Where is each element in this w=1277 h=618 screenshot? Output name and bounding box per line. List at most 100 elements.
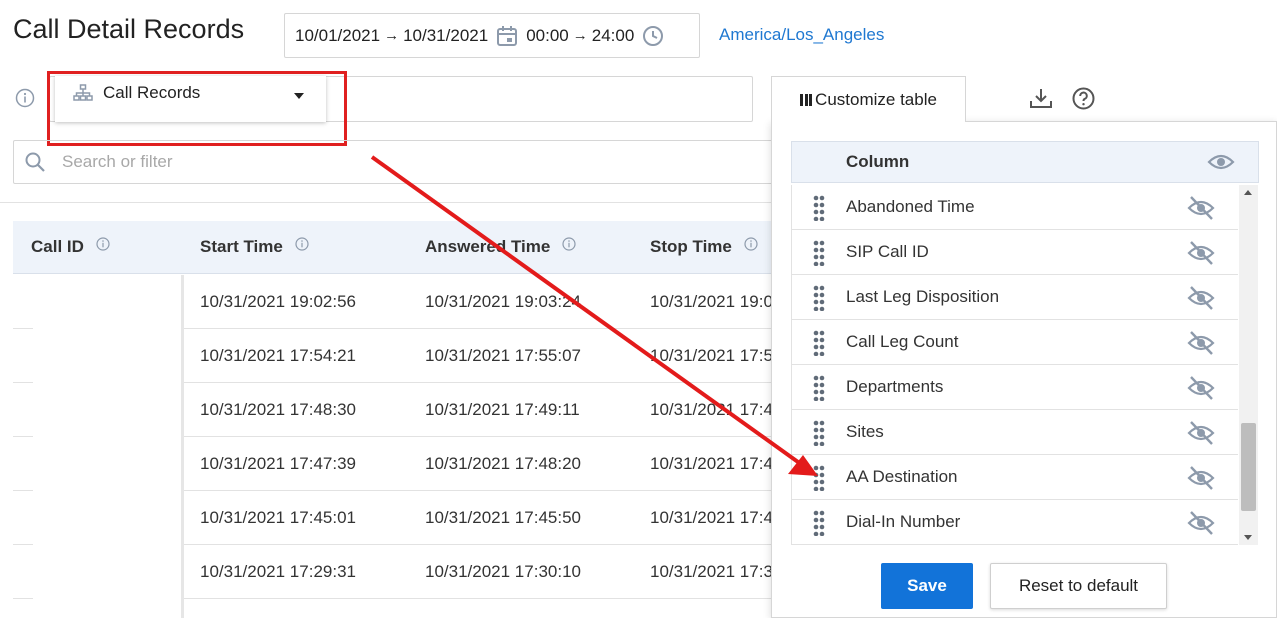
table-row[interactable]: 10/31/2021 19:02:56 10/31/2021 19:03:24 … (0, 275, 773, 329)
column-name: Call Leg Count (846, 332, 959, 351)
info-icon[interactable] (96, 237, 110, 251)
column-list-item[interactable]: Dial-In Number (792, 500, 1238, 545)
drag-handle-icon[interactable] (813, 240, 825, 266)
table-row[interactable]: 10/31/2021 17:48:30 10/31/2021 17:49:11 … (0, 383, 773, 437)
answered-time-cell: 10/31/2021 19:03:24 (425, 292, 581, 311)
answered-time-cell: 10/31/2021 17:48:20 (425, 454, 581, 473)
stop-time-cell: 10/31/2021 19:0 (650, 292, 773, 311)
stop-time-cell: 10/31/2021 17:4 (650, 454, 773, 473)
column-name: Last Leg Disposition (846, 287, 1000, 306)
drag-handle-icon[interactable] (813, 285, 825, 311)
start-time-cell: 10/31/2021 19:02:56 (200, 292, 356, 311)
drag-handle-icon[interactable] (813, 330, 825, 356)
column-list-item[interactable]: SIP Call ID (792, 230, 1238, 275)
frozen-column-divider (181, 275, 184, 618)
end-date: 10/31/2021 (403, 25, 489, 45)
time-arrow: → (572, 27, 588, 44)
column-list-item[interactable]: Abandoned Time (792, 185, 1238, 230)
drag-handle-icon[interactable] (813, 195, 825, 221)
column-list-item[interactable]: Last Leg Disposition (792, 275, 1238, 320)
info-icon[interactable] (295, 237, 309, 251)
eye-slash-icon[interactable] (1186, 195, 1216, 221)
customize-table-panel: Column Abandoned Time SIP Call ID Last Leg… (771, 121, 1277, 618)
table-header: Call ID Start Time Answered Time Stop Ti… (13, 221, 773, 274)
column-list-item[interactable]: Call Leg Count (792, 320, 1238, 365)
drag-handle-icon[interactable] (813, 420, 825, 446)
info-icon[interactable] (562, 237, 576, 251)
drag-handle-icon[interactable] (813, 375, 825, 401)
column-header-answered-time[interactable]: Answered Time (425, 237, 576, 257)
column-name: SIP Call ID (846, 242, 929, 261)
column-name: Abandoned Time (846, 197, 975, 216)
row-divider (183, 598, 773, 599)
start-time-cell: 10/31/2021 17:45:01 (200, 508, 356, 527)
calendar-icon[interactable] (496, 25, 518, 47)
customize-table-label: Customize table (815, 89, 937, 109)
column-name: Dial-In Number (846, 512, 961, 531)
column-name: AA Destination (846, 467, 958, 486)
column-header-label: Column (846, 152, 910, 171)
start-time-cell: 10/31/2021 17:48:30 (200, 400, 356, 419)
column-list-item[interactable]: Sites (792, 410, 1238, 455)
divider (0, 202, 773, 203)
column-list-item[interactable]: AA Destination (792, 455, 1238, 500)
answered-time-cell: 10/31/2021 17:49:11 (425, 400, 580, 419)
stop-time-cell: 10/31/2021 17:4 (650, 508, 773, 527)
start-date: 10/01/2021 (295, 25, 381, 45)
end-time: 24:00 (591, 25, 635, 45)
column-name: Sites (846, 422, 884, 441)
eye-slash-icon[interactable] (1186, 510, 1216, 536)
answered-time-cell: 10/31/2021 17:30:10 (425, 562, 581, 581)
column-name: Departments (846, 377, 944, 396)
table-row[interactable]: 10/31/2021 17:47:39 10/31/2021 17:48:20 … (0, 437, 773, 491)
info-icon[interactable] (744, 237, 758, 251)
start-time-cell: 10/31/2021 17:47:39 (200, 454, 356, 473)
eye-icon[interactable] (1207, 152, 1235, 172)
columns-icon (800, 93, 813, 106)
page-title: Call Detail Records (13, 14, 245, 44)
table-row[interactable]: 10/31/2021 17:45:01 10/31/2021 17:45:50 … (0, 491, 773, 545)
start-time-cell: 10/31/2021 17:29:31 (200, 562, 356, 581)
scroll-up-arrow[interactable] (1244, 190, 1252, 195)
column-list[interactable]: Abandoned Time SIP Call ID Last Leg Dispos… (791, 185, 1239, 545)
column-list-scrollbar[interactable] (1239, 185, 1258, 545)
eye-slash-icon[interactable] (1186, 285, 1216, 311)
column-header-call-id[interactable]: Call ID (31, 237, 110, 257)
stop-time-cell: 10/31/2021 17:3 (650, 562, 773, 581)
drag-handle-icon[interactable] (813, 510, 825, 536)
search-bar[interactable] (13, 140, 773, 184)
eye-slash-icon[interactable] (1186, 420, 1216, 446)
scrollbar-thumb[interactable] (1241, 423, 1256, 512)
info-icon[interactable] (15, 88, 35, 108)
stop-time-cell: 10/31/2021 17:5 (650, 346, 773, 365)
table-body: 10/31/2021 19:02:56 10/31/2021 19:03:24 … (0, 275, 773, 618)
answered-time-cell: 10/31/2021 17:45:50 (425, 508, 581, 527)
column-header-stop-time[interactable]: Stop Time (650, 237, 758, 257)
eye-slash-icon[interactable] (1186, 465, 1216, 491)
eye-slash-icon[interactable] (1186, 240, 1216, 266)
eye-slash-icon[interactable] (1186, 330, 1216, 356)
row-divider (13, 598, 33, 599)
start-time: 00:00 (526, 25, 569, 45)
search-input[interactable] (62, 152, 662, 172)
customize-table-button[interactable]: Customize table (771, 76, 966, 122)
eye-slash-icon[interactable] (1186, 375, 1216, 401)
clock-icon[interactable] (642, 25, 664, 47)
column-list-item[interactable]: Departments (792, 365, 1238, 410)
start-time-cell: 10/31/2021 17:54:21 (200, 346, 356, 365)
table-row[interactable]: 10/31/2021 17:54:21 10/31/2021 17:55:07 … (0, 329, 773, 383)
help-icon[interactable] (1072, 87, 1095, 110)
download-icon[interactable] (1029, 87, 1053, 109)
column-header-start-time[interactable]: Start Time (200, 237, 309, 257)
answered-time-cell: 10/31/2021 17:55:07 (425, 346, 581, 365)
range-arrow: → (384, 27, 400, 44)
search-icon (25, 152, 45, 172)
annotation-highlight-box (47, 71, 347, 146)
drag-handle-icon[interactable] (813, 465, 825, 491)
date-range-picker[interactable]: 10/01/2021 → 10/31/2021 00:00 → 24:00 (284, 13, 700, 58)
save-button[interactable]: Save (881, 563, 973, 609)
timezone-link[interactable]: America/Los_Angeles (719, 25, 884, 45)
scroll-down-arrow[interactable] (1244, 535, 1252, 540)
reset-to-default-button[interactable]: Reset to default (990, 563, 1167, 609)
table-row[interactable]: 10/31/2021 17:29:31 10/31/2021 17:30:10 … (0, 545, 773, 599)
